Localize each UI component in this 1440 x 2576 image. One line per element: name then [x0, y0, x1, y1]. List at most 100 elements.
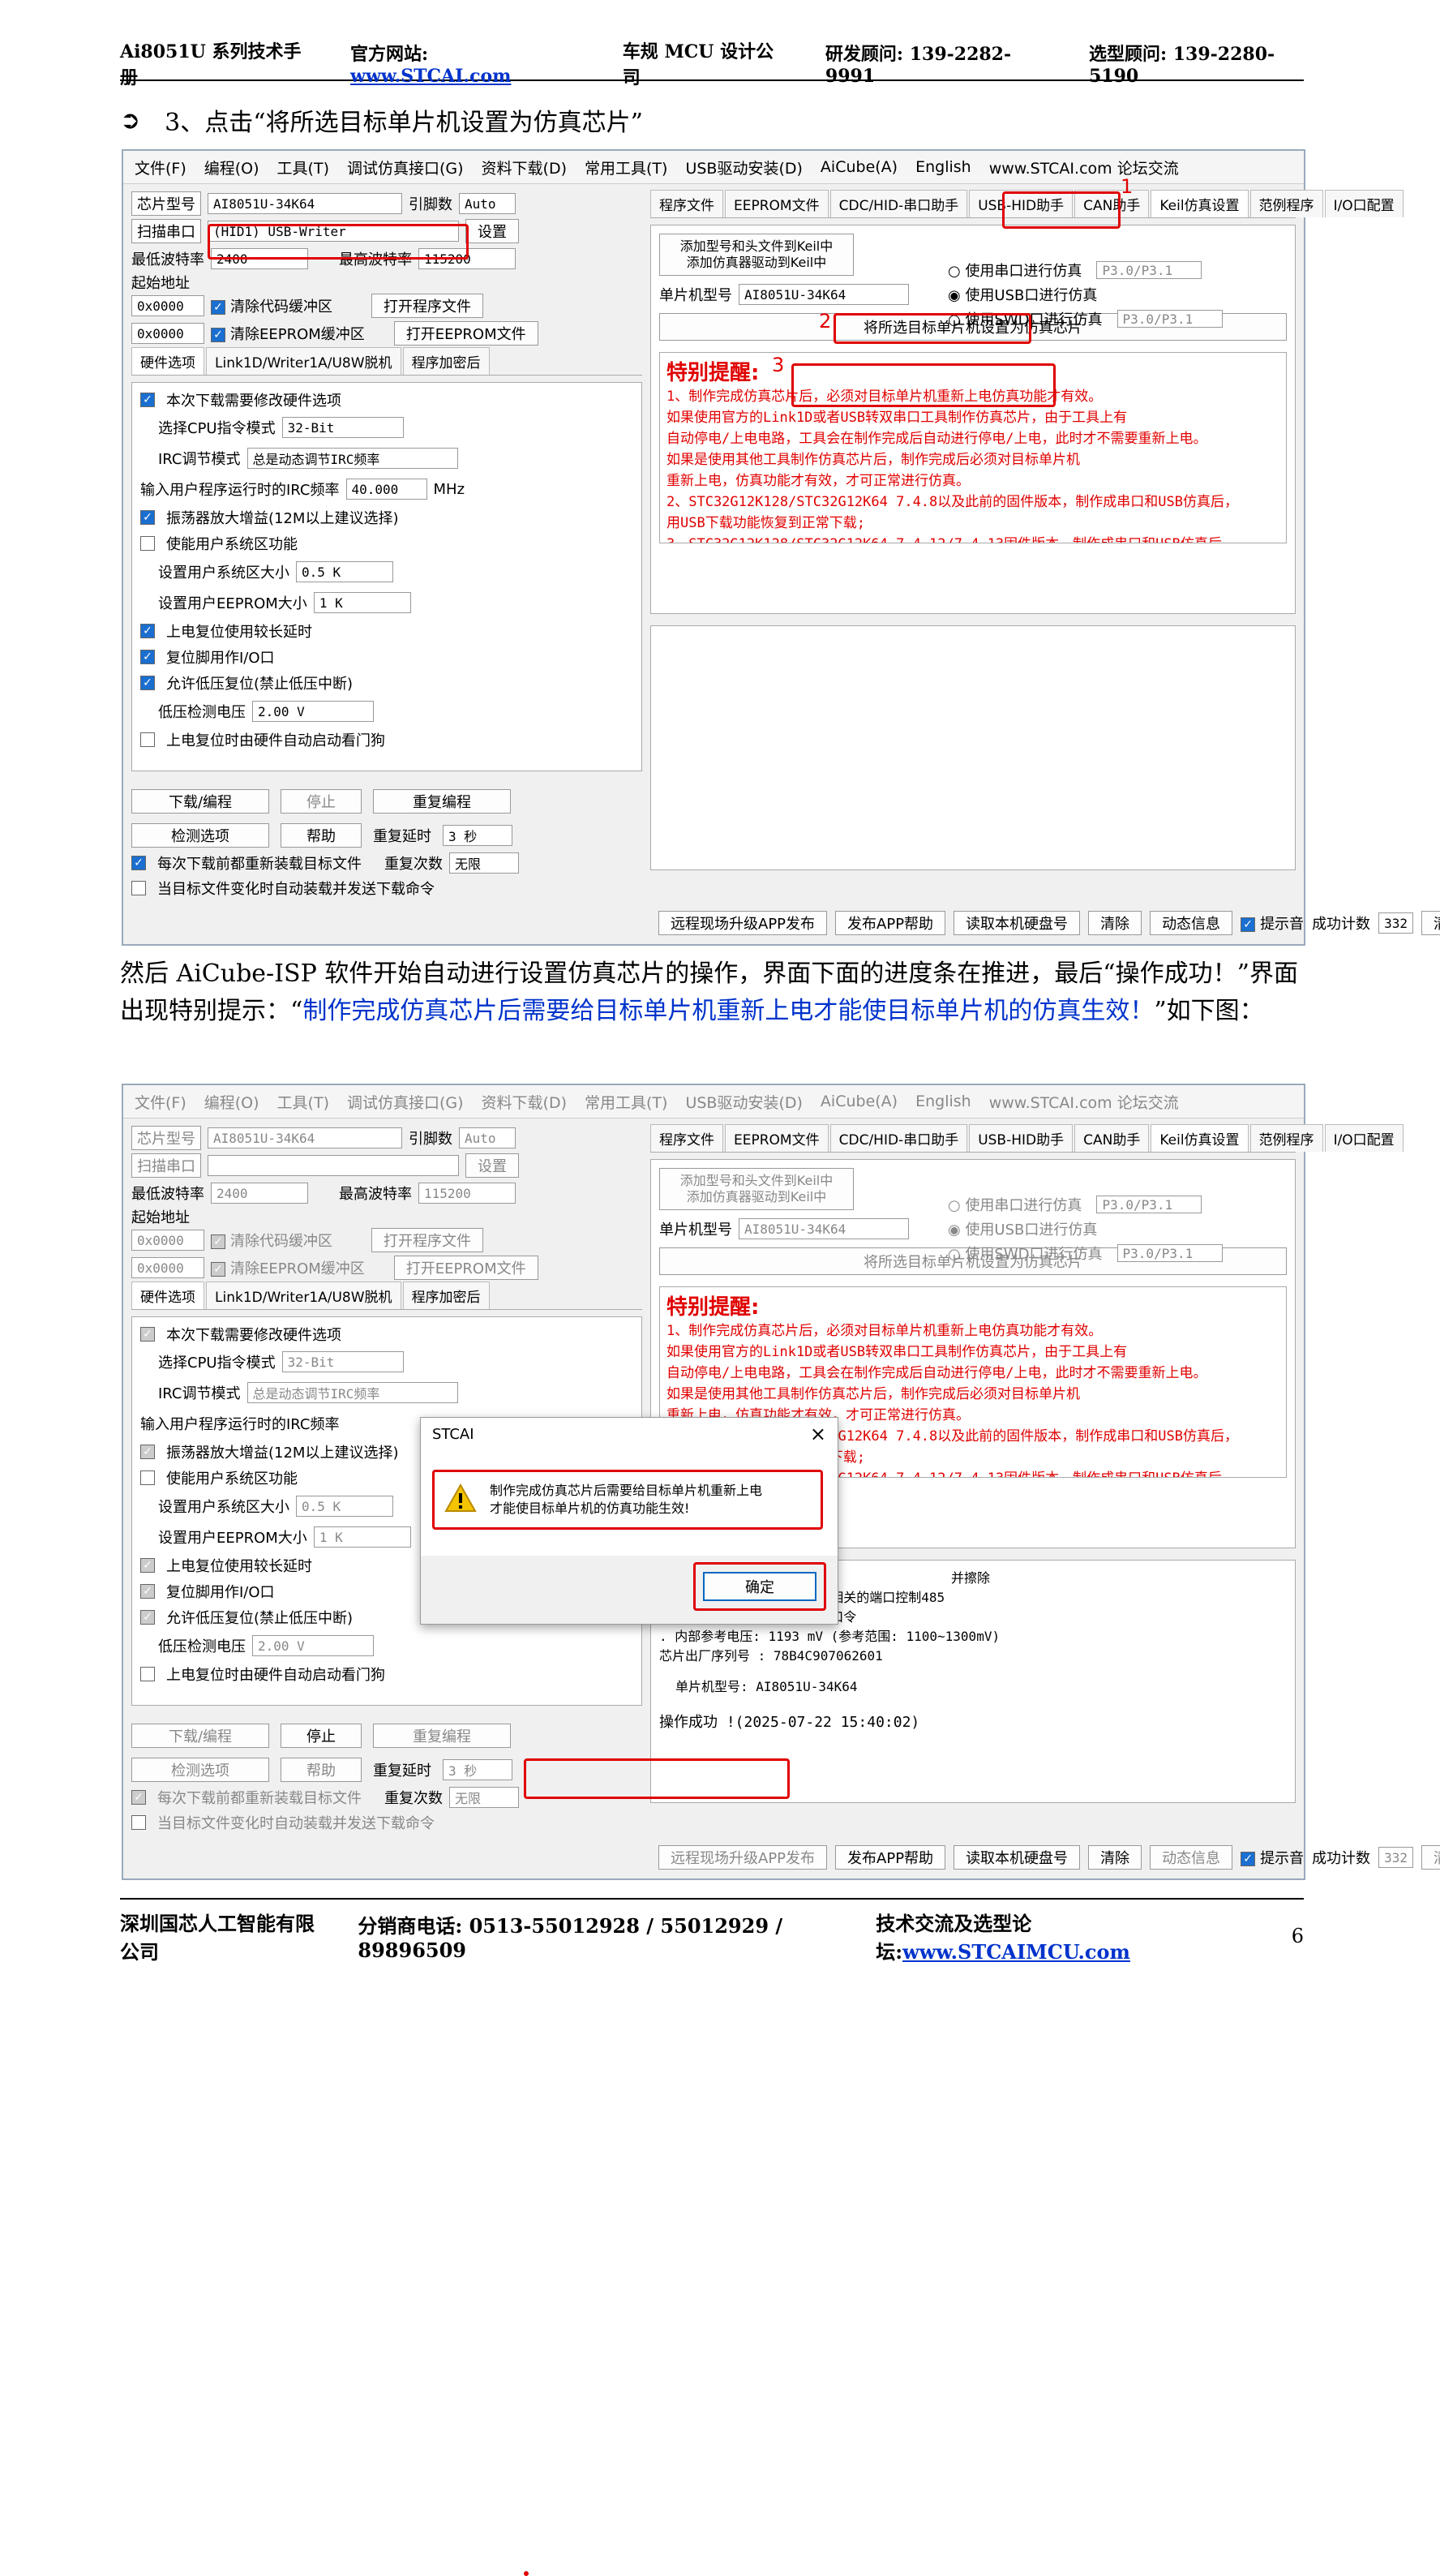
- menu-forum[interactable]: www.STCAI.com 论坛交流: [989, 1091, 1179, 1113]
- menu-file[interactable]: 文件(F): [135, 1091, 186, 1113]
- app-help-button[interactable]: 发布APP帮助: [835, 1845, 946, 1870]
- dynamic-info-button[interactable]: 动态信息: [1150, 1845, 1233, 1870]
- stop-button[interactable]: 停止: [281, 1724, 362, 1748]
- tab-can[interactable]: CAN助手: [1074, 1124, 1150, 1152]
- eeprom-addr-field[interactable]: 0x0000: [131, 323, 204, 344]
- watchdog-option[interactable]: 上电复位时由硬件自动启动看门狗: [166, 1664, 385, 1685]
- tab-encrypt[interactable]: 程序加密后: [402, 347, 490, 375]
- repeat-count-select[interactable]: 无限: [449, 852, 519, 874]
- reprogram-button[interactable]: 重复编程: [373, 1724, 511, 1748]
- long-delay-option[interactable]: 上电复位使用较长延时: [166, 1555, 312, 1576]
- chip-select[interactable]: AI8051U-34K64: [208, 193, 402, 214]
- user-sys-option[interactable]: 使能用户系统区功能: [166, 1467, 298, 1488]
- close-icon[interactable]: ×: [810, 1423, 826, 1445]
- menu-aicube[interactable]: AiCube(A): [821, 158, 898, 176]
- clear-button[interactable]: 清除: [1088, 911, 1142, 935]
- repeat-delay-select[interactable]: 3 秒: [443, 825, 512, 846]
- menu-usb[interactable]: USB驱动安装(D): [685, 157, 802, 178]
- irc-freq-field[interactable]: 40.000: [345, 479, 427, 500]
- repeat-delay-select[interactable]: 3 秒: [443, 1759, 512, 1780]
- watchdog-option[interactable]: 上电复位时由硬件自动启动看门狗: [166, 729, 385, 750]
- site-link[interactable]: www.STCAI.com: [350, 66, 511, 87]
- lvr-option[interactable]: 允许低压复位(禁止低压中断): [166, 1607, 353, 1628]
- ok-button[interactable]: 确定: [703, 1572, 816, 1601]
- menu-common[interactable]: 常用工具(T): [585, 157, 667, 178]
- download-button[interactable]: 下载/编程: [131, 789, 269, 814]
- swd-pins-select[interactable]: P3.0/P3.1: [1116, 310, 1223, 328]
- help-button[interactable]: 帮助: [281, 823, 362, 848]
- pin-select[interactable]: Auto: [459, 193, 516, 214]
- clear-code-checkbox[interactable]: ✓ 清除代码缓冲区: [211, 1230, 332, 1251]
- menu-download[interactable]: 资料下载(D): [482, 1091, 567, 1113]
- modify-hw-option[interactable]: 本次下载需要修改硬件选项: [166, 389, 341, 410]
- check-options-button[interactable]: 检测选项: [131, 1758, 269, 1782]
- tab-keil-emu[interactable]: Keil仿真设置: [1151, 1124, 1249, 1152]
- check-options-button[interactable]: 检测选项: [131, 823, 269, 848]
- lvd-select[interactable]: 2.00 V: [252, 701, 374, 722]
- open-eeprom-button[interactable]: 打开EEPROM文件: [393, 321, 538, 346]
- mcu-model-select[interactable]: AI8051U-34K64: [739, 284, 909, 305]
- download-button[interactable]: 下载/编程: [131, 1724, 269, 1748]
- read-disk-button[interactable]: 读取本机硬盘号: [954, 911, 1081, 935]
- lvd-select[interactable]: 2.00 V: [252, 1635, 374, 1656]
- reset-count-button[interactable]: 清零: [1421, 1845, 1440, 1870]
- tab-eeprom-file[interactable]: EEPROM文件: [725, 1124, 829, 1152]
- menu-download[interactable]: 资料下载(D): [482, 157, 567, 178]
- beep-checkbox[interactable]: ✓ 提示音: [1241, 1847, 1304, 1868]
- add-keil-button[interactable]: 添加型号和头文件到Keil中 添加仿真器驱动到Keil中: [659, 1168, 854, 1210]
- tab-offline[interactable]: Link1D/Writer1A/U8W脱机: [206, 347, 401, 375]
- menu-program[interactable]: 编程(O): [204, 1091, 259, 1113]
- menu-file[interactable]: 文件(F): [135, 157, 186, 178]
- open-eeprom-button[interactable]: 打开EEPROM文件: [393, 1256, 538, 1280]
- auto-reload-option[interactable]: 当目标文件变化时自动装载并发送下载命令: [157, 1812, 435, 1833]
- tab-examples[interactable]: 范例程序: [1249, 1124, 1323, 1152]
- clear-button[interactable]: 清除: [1088, 1845, 1142, 1870]
- scan-port-button[interactable]: 扫描串口: [131, 1153, 201, 1178]
- reprogram-button[interactable]: 重复编程: [373, 789, 511, 814]
- remote-upgrade-button[interactable]: 远程现场升级APP发布: [658, 1845, 828, 1870]
- sys-size-select[interactable]: 0.5 K: [296, 561, 393, 582]
- tab-usb-hid[interactable]: USB-HID助手: [969, 1124, 1074, 1152]
- menu-debug[interactable]: 调试仿真接口(G): [347, 157, 464, 178]
- max-baud-select[interactable]: 115200: [418, 1183, 516, 1204]
- uart-pins-select[interactable]: P3.0/P3.1: [1096, 1196, 1202, 1213]
- code-addr-field[interactable]: 0x0000: [131, 295, 204, 316]
- eeprom-addr-field[interactable]: 0x0000: [131, 1257, 204, 1278]
- tab-examples[interactable]: 范例程序: [1249, 190, 1323, 217]
- clear-eeprom-checkbox[interactable]: ✓ 清除EEPROM缓冲区: [211, 323, 365, 344]
- tab-cdc-hid[interactable]: CDC/HID-串口助手: [829, 190, 968, 217]
- tab-cdc-hid[interactable]: CDC/HID-串口助手: [829, 1124, 968, 1152]
- help-button[interactable]: 帮助: [281, 1758, 362, 1782]
- modify-hw-option[interactable]: 本次下载需要修改硬件选项: [166, 1324, 341, 1345]
- emu-usb-radio[interactable]: ◉ 使用USB口进行仿真: [948, 1218, 1097, 1239]
- add-keil-button[interactable]: 添加型号和头文件到Keil中 添加仿真器驱动到Keil中: [659, 234, 854, 276]
- port-select-empty[interactable]: [208, 1155, 459, 1176]
- dynamic-info-button[interactable]: 动态信息: [1150, 911, 1233, 935]
- clear-eeprom-checkbox[interactable]: ✓ 清除EEPROM缓冲区: [211, 1257, 365, 1278]
- emu-uart-radio[interactable]: ○ 使用串口进行仿真: [948, 1194, 1082, 1215]
- menu-forum[interactable]: www.STCAI.com 论坛交流: [989, 157, 1179, 178]
- lvr-option[interactable]: 允许低压复位(禁止低压中断): [166, 672, 353, 693]
- tab-encrypt[interactable]: 程序加密后: [402, 1282, 490, 1309]
- menu-english[interactable]: English: [915, 1093, 971, 1110]
- tab-hardware[interactable]: 硬件选项: [131, 347, 204, 375]
- irc-mode-select[interactable]: 总是动态调节IRC频率: [246, 1382, 458, 1403]
- swd-pins-select[interactable]: P3.0/P3.1: [1116, 1244, 1223, 1262]
- reset-io-option[interactable]: 复位脚用作I/O口: [166, 1581, 275, 1602]
- menu-common[interactable]: 常用工具(T): [585, 1091, 667, 1113]
- reload-each-option[interactable]: 每次下载前都重新装载目标文件: [157, 1787, 362, 1808]
- open-program-button[interactable]: 打开程序文件: [371, 1228, 483, 1252]
- long-delay-option[interactable]: 上电复位使用较长延时: [166, 620, 312, 642]
- port-settings-button[interactable]: 设置: [465, 1153, 519, 1178]
- tab-program-file[interactable]: 程序文件: [650, 1124, 723, 1152]
- mcu-model-select[interactable]: AI8051U-34K64: [739, 1218, 909, 1239]
- port-settings-button[interactable]: 设置: [465, 219, 519, 243]
- osc-gain-option[interactable]: 振荡器放大增益(12M以上建议选择): [166, 507, 398, 528]
- menu-aicube[interactable]: AiCube(A): [821, 1093, 898, 1110]
- menu-usb[interactable]: USB驱动安装(D): [685, 1091, 802, 1113]
- tab-hardware[interactable]: 硬件选项: [131, 1282, 204, 1309]
- tab-keil-emu[interactable]: Keil仿真设置: [1151, 190, 1249, 217]
- eeprom-size-select[interactable]: 1 K: [313, 592, 411, 613]
- reload-each-option[interactable]: 每次下载前都重新装载目标文件: [157, 852, 362, 874]
- tab-io-config[interactable]: I/O口配置: [1324, 190, 1404, 217]
